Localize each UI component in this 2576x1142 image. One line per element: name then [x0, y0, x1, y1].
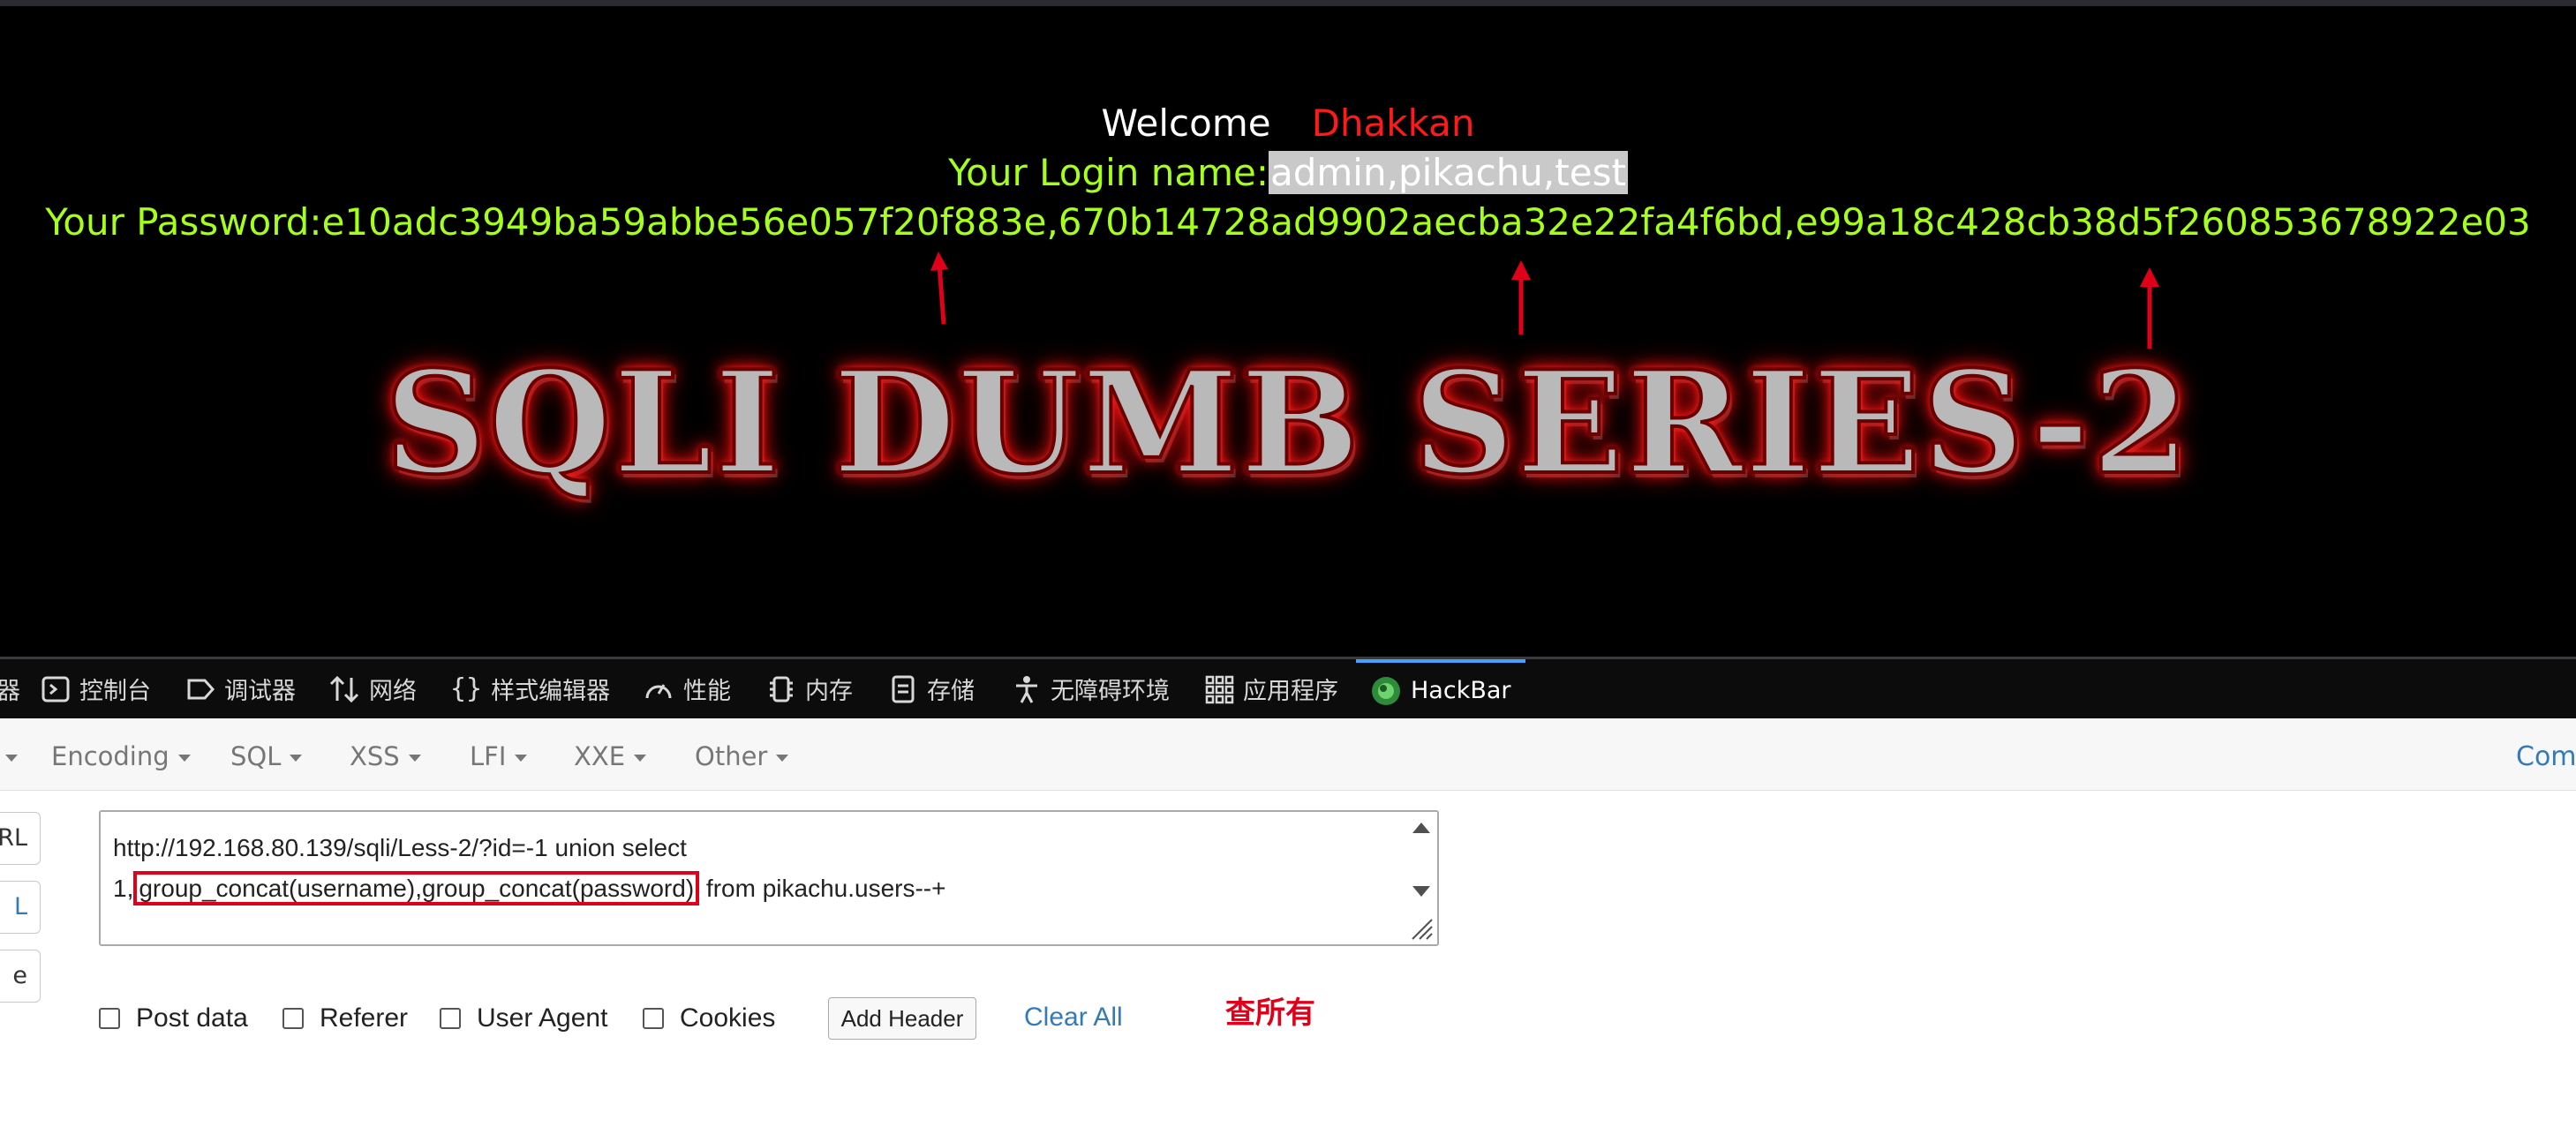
chevron-down-icon: [634, 755, 647, 762]
tab-performance[interactable]: 性能: [643, 659, 731, 718]
menu-lfi[interactable]: LFI: [470, 741, 528, 771]
menu-label: XXE: [574, 741, 626, 771]
tab-label: 应用程序: [1243, 678, 1338, 705]
sqli-dumb-series-banner: SQLI DUMB SERIES-2: [383, 340, 2192, 506]
page-viewport: Welcome Dhakkan Your Login name:admin,pik…: [0, 6, 2576, 657]
tab-console[interactable]: 控制台: [41, 659, 151, 718]
menu-encoding[interactable]: Encoding: [51, 741, 191, 771]
tab-label: 器: [0, 678, 20, 705]
debugger-icon: [187, 679, 215, 699]
split-url-button[interactable]: L: [0, 881, 41, 934]
clear-all-link[interactable]: Clear All: [1024, 1003, 1123, 1033]
console-icon: [41, 676, 70, 702]
chevron-down-icon: [5, 755, 18, 762]
referer-checkbox[interactable]: Referer: [282, 999, 408, 1038]
tab-label: 网络: [369, 678, 417, 705]
checkbox-label: Post data: [136, 1003, 248, 1033]
url-line-2-suffix: from pikachu.users--+: [699, 875, 946, 902]
tab-debugger[interactable]: 调试器: [185, 659, 296, 718]
network-icon: [329, 675, 359, 702]
login-name-line: Your Login name:admin,pikachu,test: [0, 151, 2576, 194]
hackbar-menu-bar: Encoding SQL XSS LFI XXE Other Comm: [0, 718, 2576, 791]
tab-inspector[interactable]: 器: [0, 659, 20, 718]
tab-memory[interactable]: 内存: [766, 659, 853, 718]
tab-application[interactable]: 应用程序: [1204, 659, 1338, 718]
checkbox-box[interactable]: [643, 1008, 664, 1029]
tab-label: 调试器: [224, 678, 296, 705]
login-name-label: Your Login name:: [948, 151, 1269, 194]
password-label: Your Password:: [45, 200, 322, 244]
menu-xss[interactable]: XSS: [350, 741, 421, 771]
tab-label: 无障碍环境: [1051, 678, 1170, 705]
annotation-arrow-icon: [930, 252, 948, 325]
add-header-button[interactable]: Add Header: [828, 997, 976, 1040]
annotation-note: 查所有: [1225, 995, 1315, 1031]
welcome-name: Dhakkan: [1311, 101, 1475, 145]
menu-label: XSS: [350, 741, 400, 771]
tab-label: 存储: [927, 678, 975, 705]
url-line-2: 1, group_concat(username),group_concat(pa…: [113, 868, 1384, 909]
checkbox-box[interactable]: [99, 1008, 120, 1029]
checkbox-box[interactable]: [440, 1008, 461, 1029]
storage-icon: [892, 675, 915, 702]
application-icon: [1205, 675, 1234, 703]
tab-storage[interactable]: 存储: [888, 659, 975, 718]
menu-label: SQL: [230, 741, 282, 771]
chevron-down-icon: [290, 755, 303, 762]
tab-label: HackBar: [1411, 677, 1511, 704]
scroll-up-icon[interactable]: [1412, 823, 1430, 833]
performance-icon: [645, 683, 672, 698]
user-agent-checkbox[interactable]: User Agent: [440, 999, 607, 1038]
chevron-down-icon: [408, 755, 421, 762]
annotation-arrow-icon: [1511, 260, 1531, 334]
tab-label: 控制台: [79, 678, 151, 705]
chevron-down-icon: [776, 755, 789, 762]
password-line: Your Password:e10adc3949ba59abbe56e057f2…: [0, 204, 2576, 241]
highlighted-payload: group_concat(username),group_concat(pass…: [133, 871, 700, 905]
checkbox-label: Cookies: [680, 1003, 776, 1033]
tab-label: 内存: [805, 678, 853, 705]
memory-icon: [770, 676, 793, 702]
welcome-label: Welcome: [1101, 101, 1271, 145]
style-editor-icon: {}: [450, 673, 483, 704]
cookies-checkbox[interactable]: Cookies: [643, 999, 775, 1038]
scroll-down-icon[interactable]: [1412, 886, 1430, 897]
checkbox-label: Referer: [320, 1003, 409, 1033]
annotation-arrow-icon: [2140, 267, 2159, 349]
execute-button[interactable]: e: [0, 950, 41, 1003]
menu-right-link[interactable]: Comm: [2516, 741, 2576, 772]
menu-label: Other: [695, 741, 768, 771]
url-text: http://192.168.80.139/sqli/Less-2/?id=-1…: [113, 828, 1384, 909]
url-line-2-prefix: 1,: [113, 875, 134, 902]
tab-accessibility[interactable]: 无障碍环境: [1012, 659, 1170, 718]
devtools-tab-bar: 器 控制台 调试器 网络 {} 样式编辑器 性能 内存 存储 无障碍环境 应用程…: [0, 657, 2576, 718]
menu-other[interactable]: Other: [695, 741, 789, 771]
hackbar-icon: [1372, 676, 1400, 705]
tab-label: 性能: [683, 678, 731, 705]
tab-network[interactable]: 网络: [328, 659, 417, 718]
accessibility-icon: [1016, 675, 1037, 703]
tab-hackbar[interactable]: HackBar: [1356, 659, 1525, 718]
menu-collapsed-dropdown[interactable]: [0, 741, 18, 771]
url-textarea[interactable]: http://192.168.80.139/sqli/Less-2/?id=-1…: [99, 810, 1439, 946]
checkbox-label: User Agent: [477, 1003, 608, 1033]
tab-label: 样式编辑器: [491, 678, 611, 705]
url-line-1: http://192.168.80.139/sqli/Less-2/?id=-1…: [113, 834, 687, 861]
menu-label: Encoding: [51, 741, 169, 771]
checkbox-box[interactable]: [282, 1008, 304, 1029]
resize-handle-icon[interactable]: [1407, 914, 1434, 941]
menu-label: LFI: [470, 741, 507, 771]
welcome-line: Welcome Dhakkan: [0, 105, 2576, 142]
menu-sql[interactable]: SQL: [230, 741, 303, 771]
browser-top-strip: [0, 0, 2576, 6]
tab-style-editor[interactable]: {} 样式编辑器: [450, 659, 610, 718]
chevron-down-icon: [177, 755, 191, 762]
password-value: e10adc3949ba59abbe56e057f20f883e,670b147…: [321, 200, 2531, 244]
menu-xxe[interactable]: XXE: [574, 741, 647, 771]
post-data-checkbox[interactable]: Post data: [99, 999, 248, 1038]
login-name-value: admin,pikachu,test: [1269, 151, 1628, 194]
load-url-button[interactable]: RL: [0, 812, 41, 865]
chevron-down-icon: [515, 755, 528, 762]
